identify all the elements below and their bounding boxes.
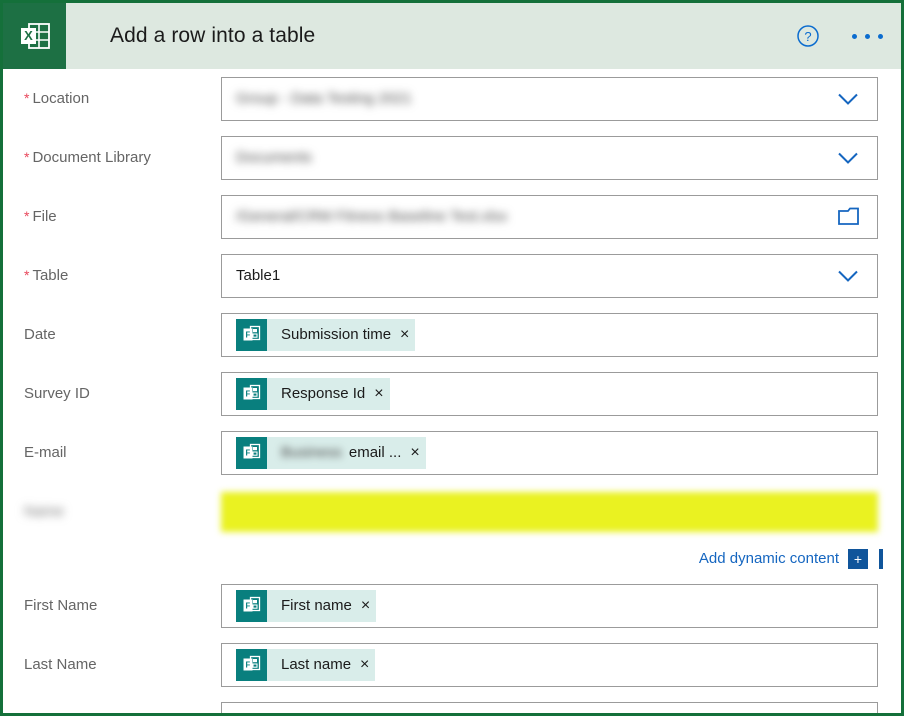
dynamic-content-token[interactable]: F First name ×: [236, 589, 377, 622]
coach-assigned-input[interactable]: [221, 701, 878, 713]
field-label-name: Name: [3, 503, 221, 520]
required-asterisk: *: [24, 90, 30, 106]
add-dynamic-content-row: Add dynamic content +: [3, 541, 901, 576]
svg-text:?: ?: [804, 29, 811, 44]
header-actions: ?: [796, 3, 885, 69]
token-label: First name: [281, 597, 352, 614]
survey-id-input[interactable]: F Response Id ×: [221, 371, 878, 416]
token-label: Business email ...: [281, 444, 402, 461]
forms-icon: F: [236, 436, 267, 469]
token-remove-icon[interactable]: ×: [360, 656, 375, 673]
form-row-coach-assigned: Coach Assigned: [3, 694, 901, 713]
action-header: X Add a row into a table ?: [3, 3, 901, 69]
table-dropdown[interactable]: Table1: [221, 253, 878, 298]
form-row-table: * Table Table1: [3, 246, 901, 305]
ellipsis-dot: [852, 33, 857, 39]
token-label: Response Id: [281, 385, 366, 402]
name-input-highlighted[interactable]: [221, 490, 878, 534]
file-value: /General/CRM Fitness Baseline Test.xlsx: [236, 208, 508, 225]
form-row-name: Name: [3, 482, 901, 541]
forms-icon: F: [236, 377, 267, 410]
document-library-dropdown[interactable]: Documents: [221, 135, 878, 180]
form-row-last-name: Last Name F Last name ×: [3, 635, 901, 694]
page-title: Add a row into a table: [110, 24, 316, 47]
chevron-down-icon[interactable]: [837, 269, 859, 282]
chevron-down-icon[interactable]: [837, 92, 859, 105]
field-label-file: * File: [24, 208, 57, 225]
form-row-location: * Location Group - Data Testing 2021: [3, 69, 901, 128]
help-circle-icon[interactable]: ?: [796, 24, 820, 48]
svg-text:F: F: [246, 449, 251, 458]
field-label-name-redacted: Name: [24, 503, 65, 520]
svg-text:F: F: [246, 661, 251, 670]
field-label-first-name: First Name: [24, 597, 98, 614]
token-remove-icon[interactable]: ×: [361, 597, 376, 614]
field-label-last-name: Last Name: [24, 656, 97, 673]
form-row-document-library: * Document Library Documents: [3, 128, 901, 187]
token-remove-icon[interactable]: ×: [400, 326, 415, 343]
token-label-redacted-prefix: Business: [281, 444, 342, 461]
dynamic-content-token[interactable]: F Submission time ×: [236, 318, 416, 351]
svg-text:X: X: [24, 28, 33, 43]
required-asterisk: *: [24, 149, 30, 165]
field-label-document-library: * Document Library: [24, 149, 151, 166]
more-ellipsis-icon[interactable]: [850, 28, 885, 45]
field-label-table: * Table: [24, 267, 69, 284]
folder-icon[interactable]: [837, 207, 861, 227]
chevron-down-icon[interactable]: [837, 151, 859, 164]
required-asterisk: *: [24, 267, 30, 283]
required-asterisk: *: [24, 208, 30, 224]
dynamic-content-token[interactable]: F Response Id ×: [236, 377, 390, 410]
token-label: Last name: [281, 656, 352, 673]
table-value: Table1: [236, 267, 281, 284]
yellow-highlight: [221, 491, 878, 532]
field-label-location: * Location: [24, 90, 90, 107]
field-label-email: E-mail: [24, 444, 67, 461]
location-value: Group - Data Testing 2021: [236, 90, 412, 107]
excel-add-row-action-card: X Add a row into a table ? * Location Gr…: [0, 0, 904, 716]
forms-icon: F: [236, 589, 267, 622]
token-remove-icon[interactable]: ×: [374, 385, 389, 402]
location-dropdown[interactable]: Group - Data Testing 2021: [221, 76, 878, 121]
add-dynamic-content-link[interactable]: Add dynamic content: [699, 550, 839, 567]
field-label-survey-id: Survey ID: [24, 385, 90, 402]
form-row-first-name: First Name F First name ×: [3, 576, 901, 635]
text-cursor: [879, 548, 883, 569]
date-input[interactable]: F Submission time ×: [221, 312, 878, 357]
ellipsis-dot: [878, 33, 883, 39]
token-remove-icon[interactable]: ×: [410, 444, 425, 461]
svg-text:F: F: [246, 331, 251, 340]
forms-icon: F: [236, 318, 267, 351]
token-label: Submission time: [281, 326, 392, 343]
form-row-file: * File /General/CRM Fitness Baseline Tes…: [3, 187, 901, 246]
excel-icon: X: [3, 3, 66, 69]
forms-icon: F: [236, 648, 267, 681]
email-input[interactable]: F Business email ... ×: [221, 430, 878, 475]
svg-text:F: F: [246, 390, 251, 399]
dynamic-content-token[interactable]: F Last name ×: [236, 648, 376, 681]
form-row-email: E-mail F Business email ... ×: [3, 423, 901, 482]
action-form-body: * Location Group - Data Testing 2021 * D…: [3, 69, 901, 713]
file-picker-input[interactable]: /General/CRM Fitness Baseline Test.xlsx: [221, 194, 878, 239]
dynamic-content-token[interactable]: F Business email ... ×: [236, 436, 426, 469]
last-name-input[interactable]: F Last name ×: [221, 642, 878, 687]
svg-text:F: F: [246, 602, 251, 611]
document-library-value: Documents: [236, 149, 312, 166]
field-label-date: Date: [24, 326, 56, 343]
ellipsis-dot: [865, 33, 870, 39]
plus-icon[interactable]: +: [848, 548, 868, 569]
form-row-date: Date F Submission time ×: [3, 305, 901, 364]
form-row-survey-id: Survey ID F Response Id ×: [3, 364, 901, 423]
first-name-input[interactable]: F First name ×: [221, 583, 878, 628]
